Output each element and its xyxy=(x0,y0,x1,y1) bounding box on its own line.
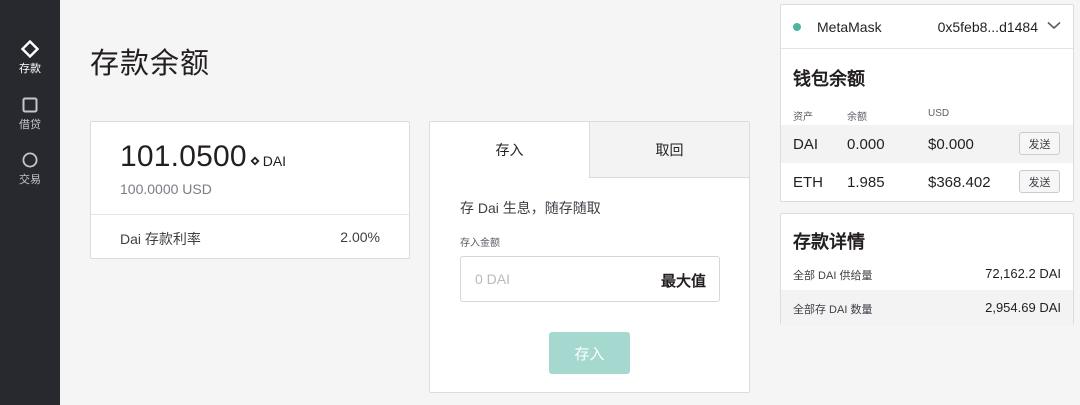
column-header-usd: USD xyxy=(928,108,950,119)
tab-deposit[interactable]: 存入 xyxy=(430,122,589,178)
deposit-amount-field: 最大值 xyxy=(460,256,720,302)
balance-amount: 101.0500 DAI xyxy=(120,140,286,174)
deposit-tabs: 存入 取回 xyxy=(430,122,749,178)
sidebar-item-label: 存款 xyxy=(19,63,41,75)
deposit-description: 存 Dai 生息，随存随取 xyxy=(460,200,601,216)
details-label: 全部存 DAI 数量 xyxy=(793,304,873,316)
sidebar-item-trade[interactable]: 交易 xyxy=(0,151,60,187)
send-button[interactable]: 发送 xyxy=(1019,132,1060,155)
asset-usd: $0.000 xyxy=(928,136,974,153)
asset-row: DAI 0.000 $0.000 发送 xyxy=(781,125,1073,163)
asset-balance: 0.000 xyxy=(847,136,885,153)
details-title: 存款详情 xyxy=(793,232,865,252)
deposit-amount-label: 存入金额 xyxy=(460,238,500,249)
balance-card: 101.0500 DAI 100.0000 USD Dai 存款利率 2.00% xyxy=(90,121,410,259)
balance-value: 101.0500 xyxy=(120,140,247,173)
square-icon xyxy=(22,96,38,114)
deposit-submit-button[interactable]: 存入 xyxy=(549,332,630,374)
asset-balance: 1.985 xyxy=(847,174,885,191)
asset-row: ETH 1.985 $368.402 发送 xyxy=(781,163,1073,201)
column-header-asset: 资产 xyxy=(793,112,813,123)
tab-withdraw[interactable]: 取回 xyxy=(589,122,749,178)
circle-icon xyxy=(22,151,38,169)
wallet-card: MetaMask 0x5feb8...d1484 钱包余额 资产 余额 USD … xyxy=(780,4,1074,202)
chevron-down-icon[interactable] xyxy=(1047,21,1061,30)
rate-label: Dai 存款利率 xyxy=(120,231,201,247)
column-header-balance: 余额 xyxy=(847,112,867,123)
wallet-provider: MetaMask xyxy=(817,19,882,35)
wallet-title: 钱包余额 xyxy=(793,69,865,89)
asset-name: DAI xyxy=(793,136,819,153)
asset-usd: $368.402 xyxy=(928,174,991,191)
deposit-amount-input[interactable] xyxy=(475,257,635,301)
balance-usd: 100.0000 USD xyxy=(120,181,212,197)
sidebar: 存款 借贷 交易 xyxy=(0,0,60,405)
connection-status-dot xyxy=(793,23,801,31)
page-title: 存款余额 xyxy=(90,48,211,80)
balance-unit: DAI xyxy=(250,153,286,169)
dai-logo-icon xyxy=(250,156,260,166)
divider xyxy=(91,214,409,215)
balance-unit-label: DAI xyxy=(262,153,287,169)
details-label: 全部 DAI 供给量 xyxy=(793,270,873,282)
details-row: 全部存 DAI 数量 2,954.69 DAI xyxy=(781,290,1073,326)
max-button[interactable]: 最大值 xyxy=(661,270,706,291)
sidebar-item-borrow[interactable]: 借贷 xyxy=(0,96,60,132)
sidebar-item-deposit[interactable]: 存款 xyxy=(0,40,60,76)
deposit-details-card: 存款详情 全部 DAI 供给量 72,162.2 DAI 全部存 DAI 数量 … xyxy=(780,213,1074,326)
sidebar-item-label: 交易 xyxy=(19,174,41,186)
asset-name: ETH xyxy=(793,174,823,191)
details-value: 72,162.2 DAI xyxy=(985,266,1061,281)
wallet-address: 0x5feb8...d1484 xyxy=(937,19,1038,35)
rate-value: 2.00% xyxy=(340,229,380,245)
details-row: 全部 DAI 供给量 72,162.2 DAI xyxy=(781,256,1073,292)
diamond-icon xyxy=(21,40,39,58)
send-button[interactable]: 发送 xyxy=(1019,170,1060,193)
wallet-selector[interactable]: MetaMask 0x5feb8...d1484 xyxy=(781,5,1073,49)
details-value: 2,954.69 DAI xyxy=(985,300,1061,315)
deposit-card: 存入 取回 存 Dai 生息，随存随取 存入金额 最大值 存入 xyxy=(429,121,750,393)
sidebar-item-label: 借贷 xyxy=(19,119,41,131)
